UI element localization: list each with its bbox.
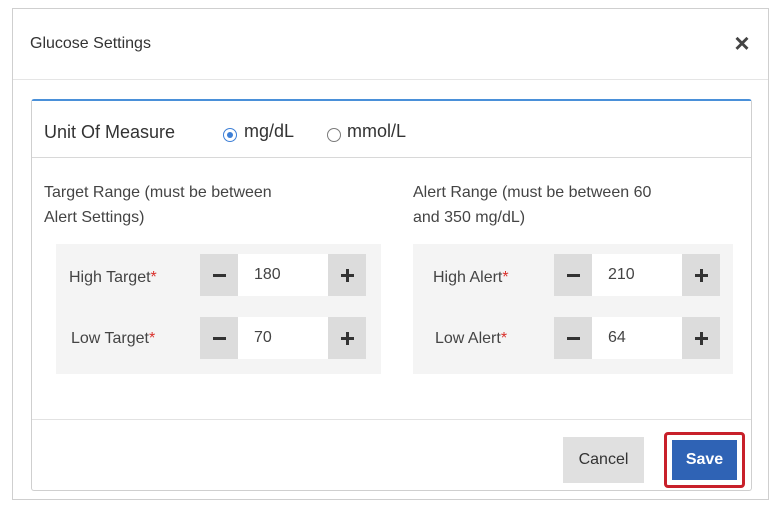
settings-panel: Unit Of Measure mg/dL mmol/L Target Rang…	[31, 99, 752, 491]
high-target-decrement-button[interactable]	[200, 254, 238, 296]
required-marker: *	[500, 330, 508, 347]
low-target-increment-button[interactable]	[328, 317, 366, 359]
unit-of-measure-row: Unit Of Measure mg/dL mmol/L	[32, 101, 751, 158]
required-marker: *	[150, 269, 157, 286]
low-target-input[interactable]	[238, 317, 328, 359]
minus-icon	[212, 336, 226, 340]
minus-icon	[566, 336, 580, 340]
plus-icon	[340, 331, 354, 345]
high-target-label-text: High Target	[69, 269, 151, 286]
high-alert-label: High Alert*	[433, 269, 509, 287]
low-target-label: Low Target*	[71, 330, 155, 348]
dialog-header: Glucose Settings ×	[13, 9, 768, 80]
target-range-description: Target Range (must be between Alert Sett…	[44, 180, 272, 230]
save-button[interactable]: Save	[672, 440, 737, 480]
save-highlight-box: Save	[664, 432, 745, 488]
minus-icon	[212, 273, 226, 277]
low-target-stepper	[200, 317, 366, 359]
high-alert-stepper	[554, 254, 720, 296]
minus-icon	[566, 273, 580, 277]
low-target-label-text: Low Target	[71, 330, 149, 347]
high-target-increment-button[interactable]	[328, 254, 366, 296]
cancel-button[interactable]: Cancel	[563, 437, 644, 483]
low-alert-input[interactable]	[592, 317, 682, 359]
low-alert-label: Low Alert*	[435, 330, 507, 348]
high-alert-decrement-button[interactable]	[554, 254, 592, 296]
high-target-input[interactable]	[238, 254, 328, 296]
high-alert-input[interactable]	[592, 254, 682, 296]
plus-icon	[694, 268, 708, 282]
high-alert-label-text: High Alert	[433, 269, 503, 286]
alert-range-description: Alert Range (must be between 60 and 350 …	[413, 180, 651, 230]
footer-divider	[32, 419, 751, 420]
low-alert-decrement-button[interactable]	[554, 317, 592, 359]
glucose-settings-dialog: Glucose Settings × Unit Of Measure mg/dL…	[12, 8, 769, 500]
high-target-stepper	[200, 254, 366, 296]
dialog-title: Glucose Settings	[30, 35, 151, 52]
alert-desc-line2: and 350 mg/dL)	[413, 209, 526, 226]
low-alert-stepper	[554, 317, 720, 359]
radio-mg-dl[interactable]	[223, 128, 237, 142]
required-marker: *	[148, 330, 156, 347]
radio-mg-dl-label[interactable]: mg/dL	[244, 121, 294, 142]
low-alert-increment-button[interactable]	[682, 317, 720, 359]
target-desc-line1: Target Range (must be between	[44, 184, 272, 201]
alert-desc-line1: Alert Range (must be between 60	[413, 184, 652, 201]
low-target-decrement-button[interactable]	[200, 317, 238, 359]
plus-icon	[694, 331, 708, 345]
unit-of-measure-label: Unit Of Measure	[44, 122, 176, 142]
target-desc-line2: Alert Settings)	[44, 209, 145, 226]
high-alert-increment-button[interactable]	[682, 254, 720, 296]
radio-mmol-l-label[interactable]: mmol/L	[347, 121, 406, 142]
low-alert-label-text: Low Alert	[435, 330, 501, 347]
required-marker: *	[502, 269, 509, 286]
radio-mmol-l[interactable]	[327, 128, 341, 142]
close-icon[interactable]: ×	[730, 30, 754, 56]
high-target-label: High Target*	[69, 269, 157, 287]
plus-icon	[340, 268, 354, 282]
